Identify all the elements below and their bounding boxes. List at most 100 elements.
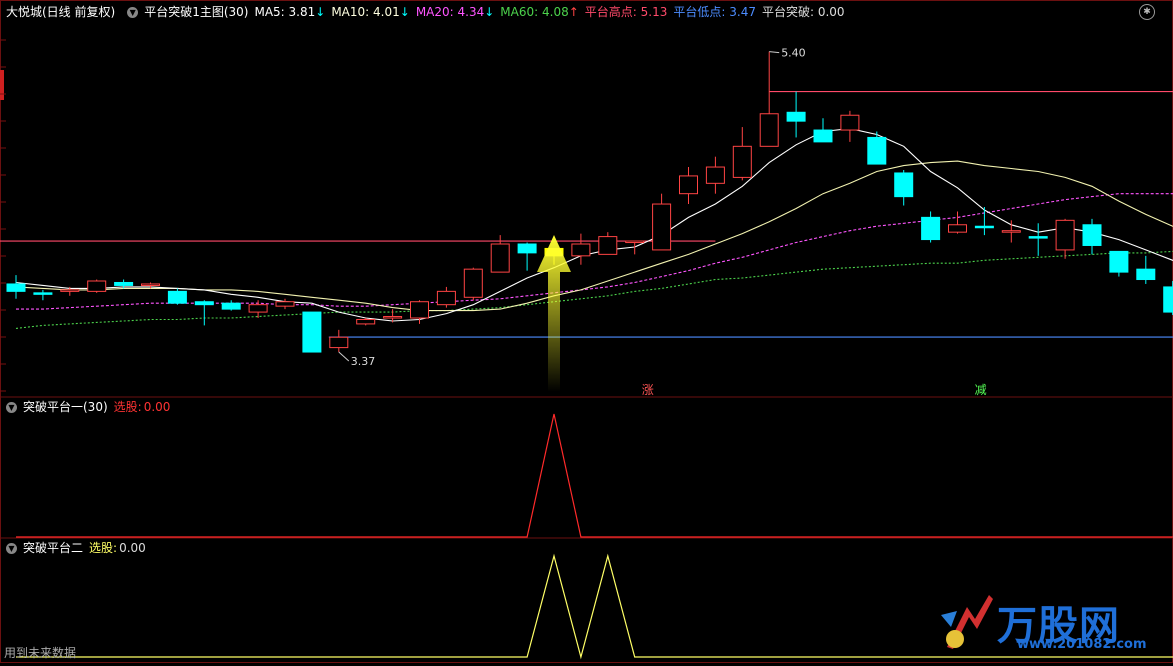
chart-stage: 5.40 3.37 涨 减 大悦城(日线 前复权) ▼ 平台突破1主图(30) MA5: 3… xyxy=(0,0,1173,663)
chart-border xyxy=(0,0,1173,663)
candle-body xyxy=(60,289,80,292)
signal-label: 涨 xyxy=(642,382,654,397)
candle-body xyxy=(652,203,672,251)
ma20-line xyxy=(16,193,1173,310)
platform-high-readout: 平台高点: 5.13 xyxy=(585,5,668,19)
platform-low-value: 3.47 xyxy=(729,5,756,19)
candle-body xyxy=(1082,224,1102,246)
candle-body xyxy=(840,114,860,131)
ma20-value: 4.34 xyxy=(457,5,485,19)
ma10-line xyxy=(15,160,1173,312)
candle-body xyxy=(759,113,779,147)
ma5-arrow-icon: ↓ xyxy=(315,5,326,19)
indicator-name[interactable]: 平台突破1主图(30) xyxy=(144,5,248,19)
candle-body xyxy=(571,243,591,257)
candle-body xyxy=(463,268,483,298)
chart-canvas: 5.40 3.37 涨 减 xyxy=(0,0,1173,663)
ma60-label: MA60: xyxy=(500,5,539,19)
ma20-label: MA20: xyxy=(415,5,454,19)
scroll-marker xyxy=(0,70,4,100)
annotation-leader xyxy=(338,351,350,362)
candle-body xyxy=(383,316,403,319)
candle-body xyxy=(813,129,833,143)
sub1-signal-line xyxy=(16,413,1173,538)
ma60-value: 4.08 xyxy=(542,5,569,19)
ma10-readout: MA10: 4.01↓ xyxy=(331,5,409,19)
sub2-header: ▼ 突破平台二 选股: 0.00 xyxy=(0,538,152,558)
settings-gear-icon[interactable]: ✱ xyxy=(1139,4,1155,20)
price-label: 5.40 xyxy=(781,47,806,60)
platform-low-label: 平台低点: xyxy=(673,5,726,19)
annotation-leader xyxy=(769,51,780,54)
platform-high-value: 5.13 xyxy=(640,5,668,19)
sub2-name[interactable]: 突破平台二 xyxy=(23,541,83,555)
candle-body xyxy=(948,224,967,233)
platform-high-label: 平台高点: xyxy=(584,5,637,19)
candle-body xyxy=(221,302,241,310)
candle-body xyxy=(894,172,914,198)
breakout-label: 平台突破: xyxy=(761,5,815,19)
candle-body xyxy=(1109,250,1129,273)
candle-body xyxy=(1055,219,1075,251)
future-data-notice: 用到未来数据 xyxy=(4,646,77,660)
candle-body xyxy=(490,243,510,273)
main-header: 大悦城(日线 前复权) ▼ 平台突破1主图(30) MA5: 3.81↓ MA10: 4… xyxy=(0,2,851,22)
breakout-value: 0.00 xyxy=(817,5,845,19)
ma10-value: 4.01 xyxy=(373,5,400,19)
logo-url: www.201082.com xyxy=(1017,637,1147,652)
sub2-value: 0.00 xyxy=(119,541,146,555)
candle-body xyxy=(329,336,349,349)
sub1-label: 选股: xyxy=(113,400,142,414)
chevron-down-icon[interactable]: ▼ xyxy=(6,543,17,554)
stock-name[interactable]: 大悦城(日线 前复权) xyxy=(6,5,115,19)
candle-body xyxy=(732,145,752,178)
candle-body xyxy=(356,318,376,325)
ma5-readout: MA5: 3.81↓ xyxy=(254,5,325,19)
candle-body xyxy=(625,240,645,244)
candle-body xyxy=(248,304,268,313)
logo-arrow-icon xyxy=(941,595,993,649)
ma5-line xyxy=(15,128,1173,322)
sub1-value: 0.00 xyxy=(143,400,171,414)
candle-body xyxy=(114,281,134,286)
watermark-logo: 万股网 www.201082.com xyxy=(937,587,1147,657)
candle-body xyxy=(705,166,725,184)
ma10-label: MA10: xyxy=(331,5,370,19)
ma5-value: 3.81 xyxy=(288,5,316,19)
ma60-readout: MA60: 4.08↑ xyxy=(500,5,578,19)
candle-body xyxy=(1163,286,1173,313)
candle-body xyxy=(410,301,429,319)
ma60-line xyxy=(15,250,1173,329)
ma5-label: MA5: xyxy=(254,5,285,19)
signal-label: 减 xyxy=(975,383,987,397)
breakout-arrow xyxy=(537,235,571,392)
candle-body xyxy=(167,290,187,304)
chevron-down-icon[interactable]: ▼ xyxy=(127,7,139,18)
candle-body xyxy=(974,225,994,229)
ma20-readout: MA20: 4.34↓ xyxy=(416,5,494,19)
candle-body xyxy=(867,136,887,165)
candle-body xyxy=(436,290,456,306)
chevron-down-icon[interactable]: ▼ xyxy=(6,402,17,413)
candle-body xyxy=(921,216,941,241)
sub1-name[interactable]: 突破平台一(30) xyxy=(23,400,108,414)
candle-body xyxy=(1001,230,1021,233)
candle-body xyxy=(194,301,214,306)
candle-body xyxy=(598,236,618,255)
sub1-header: ▼ 突破平台一(30) 选股: 0.00 xyxy=(0,397,176,417)
candle-body xyxy=(275,301,295,307)
price-label: 3.37 xyxy=(351,355,376,368)
candle-body xyxy=(33,292,53,295)
sub2-label: 选股: xyxy=(89,541,118,555)
candle-body xyxy=(1136,268,1156,281)
candle-body xyxy=(141,283,160,286)
candle-body xyxy=(302,311,322,353)
candle-body xyxy=(786,111,806,122)
breakout-readout: 平台突破: 0.00 xyxy=(762,5,845,19)
ma60-arrow-icon: ↑ xyxy=(568,5,579,19)
candle-body xyxy=(517,243,537,254)
ma20-arrow-icon: ↓ xyxy=(484,5,495,19)
ma10-arrow-icon: ↓ xyxy=(399,5,410,19)
candle-body xyxy=(87,280,107,292)
platform-low-readout: 平台低点: 3.47 xyxy=(673,5,756,19)
